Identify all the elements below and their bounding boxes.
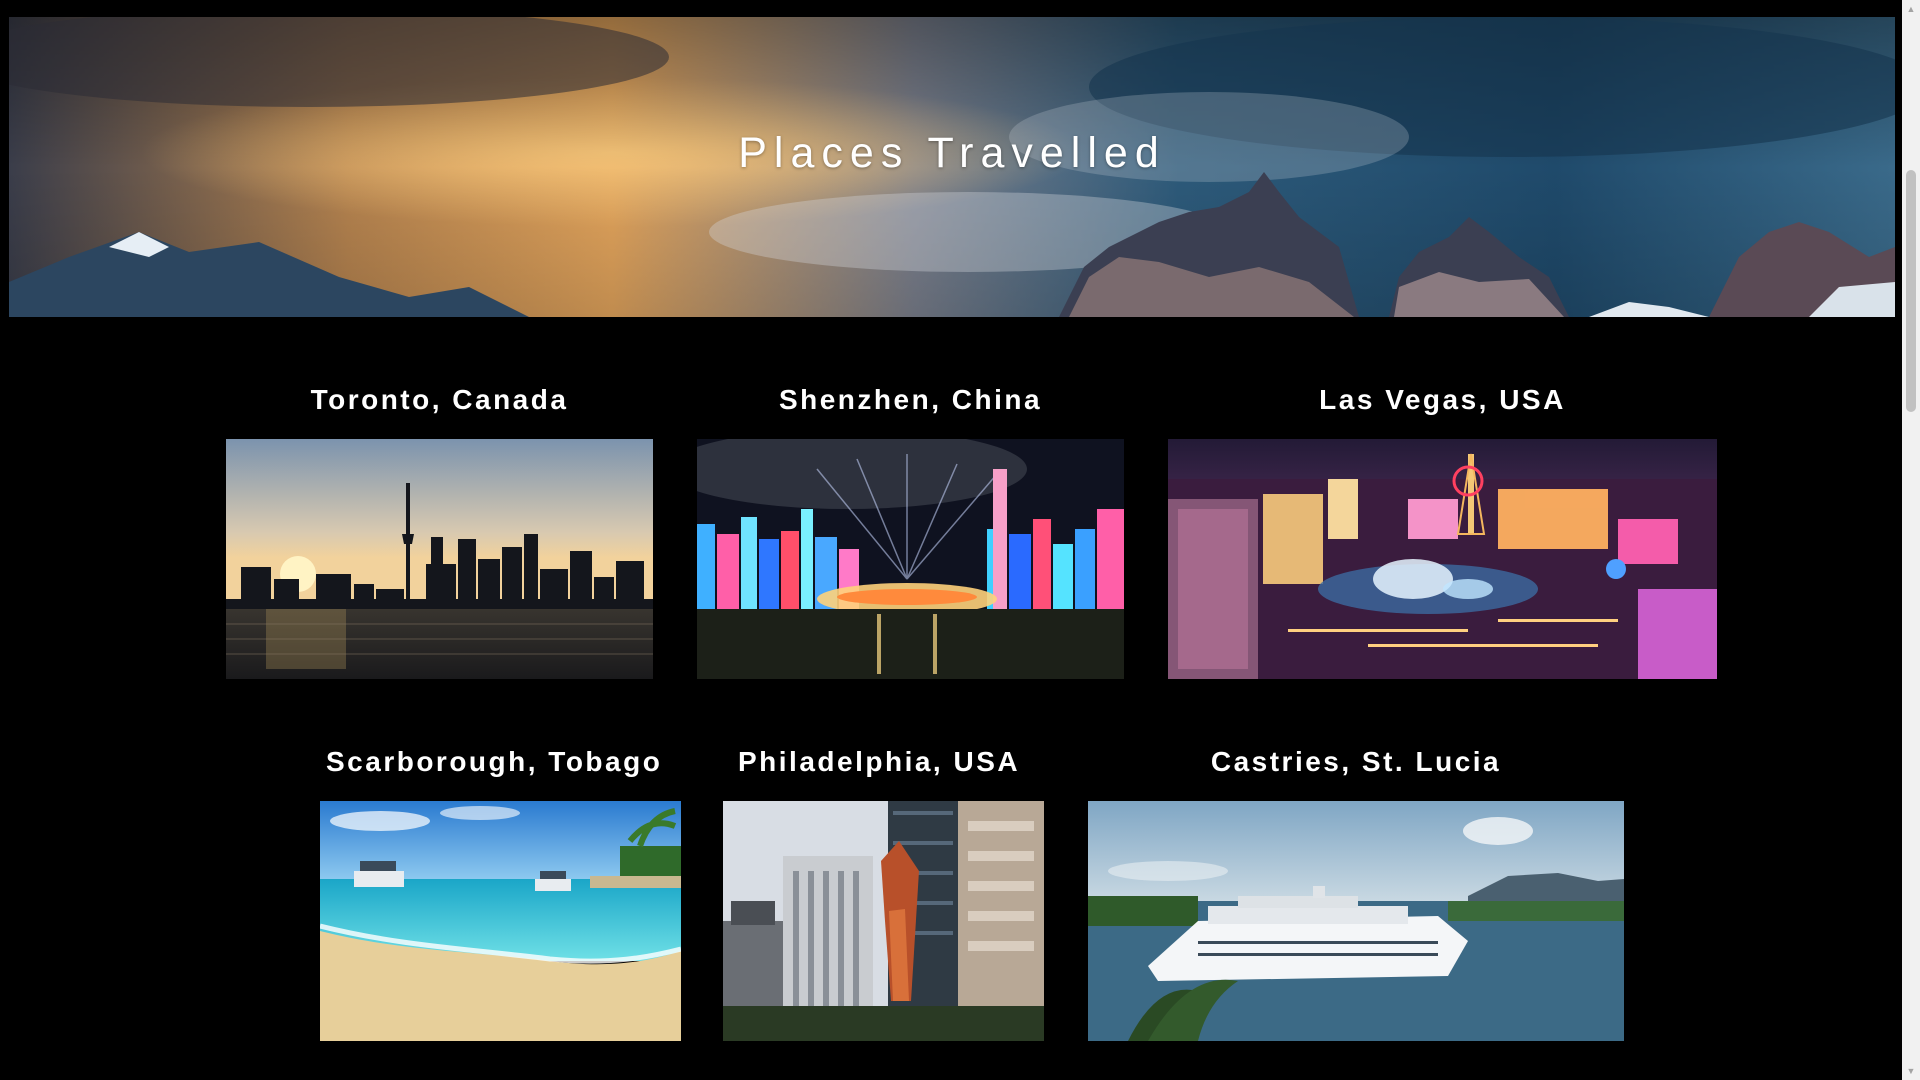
shenzhen-night-city-photo: [697, 439, 1124, 679]
place-title: Toronto, Canada: [310, 384, 569, 415]
place-title: Philadelphia, USA: [738, 746, 1021, 777]
place-title: Shenzhen, China: [778, 384, 1043, 415]
place-title: Las Vegas, USA: [1319, 384, 1566, 415]
place-card-philadelphia: Philadelphia, USA: [723, 746, 1044, 1042]
las-vegas-strip-photo: [1168, 439, 1717, 679]
hero-banner: Places Travelled: [9, 17, 1895, 317]
place-card-scarborough: Scarborough, Tobago: [320, 746, 681, 1042]
place-card-castries: Castries, St. Lucia: [1088, 746, 1624, 1042]
scrollbar-thumb[interactable]: [1906, 170, 1916, 412]
tobago-beach-photo: [320, 801, 681, 1041]
toronto-skyline-photo: [226, 439, 653, 679]
philadelphia-clothespin-photo: [723, 801, 1044, 1041]
vertical-scrollbar[interactable]: ▲ ▼: [1902, 0, 1920, 1080]
scroll-down-arrow-icon[interactable]: ▼: [1902, 1062, 1920, 1080]
place-card-las-vegas: Las Vegas, USA: [1168, 384, 1717, 680]
place-card-shenzhen: Shenzhen, China: [697, 384, 1124, 680]
page-title: Places Travelled: [738, 129, 1166, 177]
castries-cruise-ship-photo: [1088, 801, 1624, 1041]
place-title: Castries, St. Lucia: [1210, 746, 1502, 777]
place-title: Scarborough, Tobago: [326, 746, 663, 777]
page: Places Travelled Toronto, Canada Shenzhe…: [0, 0, 1920, 1080]
place-card-toronto: Toronto, Canada: [226, 384, 653, 680]
scroll-up-arrow-icon[interactable]: ▲: [1902, 0, 1920, 18]
